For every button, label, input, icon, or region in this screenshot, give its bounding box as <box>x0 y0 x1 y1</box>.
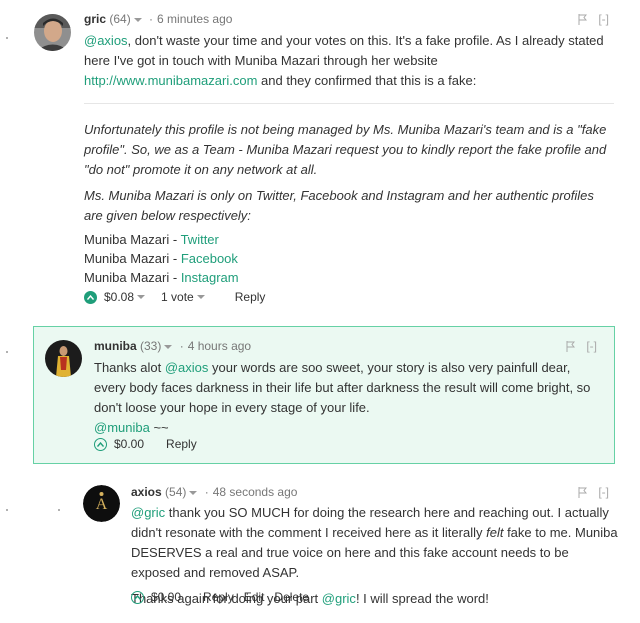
comment-controls: [-] <box>578 12 609 26</box>
comment-footer: $0.00 Reply <box>94 437 197 451</box>
avatar[interactable]: A <box>83 485 120 522</box>
profile-name: Muniba Mazari - <box>84 270 181 285</box>
quote-paragraph: Ms. Muniba Mazari is only on Twitter, Fa… <box>84 188 594 223</box>
timestamp[interactable]: 6 minutes ago <box>157 12 232 26</box>
author-name[interactable]: gric <box>84 12 106 26</box>
axios-logo-icon: A <box>83 485 120 522</box>
profile-line: Muniba Mazari - Twitter <box>84 230 384 249</box>
comment-text: , don't waste your time and your votes o… <box>84 33 604 68</box>
profile-name: Muniba Mazari - <box>84 232 181 247</box>
mention-link[interactable]: @axios <box>165 360 209 375</box>
mention-link[interactable]: @gric <box>131 505 165 520</box>
comment-meta: gric (64) · 6 minutes ago <box>84 12 233 26</box>
reply-button[interactable]: Reply <box>203 590 234 604</box>
chevron-down-icon[interactable] <box>196 295 205 299</box>
reputation: (54) <box>165 485 187 499</box>
profile-line: Muniba Mazari - Instagram <box>84 268 384 287</box>
comment-text: ! I will spread the word! <box>355 591 489 606</box>
comment-text: and they confirmed that this is a fake: <box>257 73 477 88</box>
vote-count[interactable]: 1 vote <box>161 290 194 304</box>
comment-meta: axios (54) · 48 seconds ago <box>131 485 298 499</box>
reputation: (64) <box>109 12 131 26</box>
chevron-down-icon[interactable] <box>133 17 142 22</box>
comment-text: Thanks alot <box>94 360 165 375</box>
mention-link[interactable]: @axios <box>84 33 128 48</box>
quote-paragraph: Unfortunately this profile is not being … <box>84 122 607 177</box>
comment-controls: [-] <box>578 485 609 499</box>
signature-mention[interactable]: @muniba <box>94 420 150 435</box>
flag-icon[interactable] <box>578 487 588 499</box>
mention-link[interactable]: @gric <box>322 591 356 606</box>
profile-line: Muniba Mazari - Facebook <box>84 249 384 268</box>
svg-text:A: A <box>96 496 108 513</box>
comment-controls: [-] <box>566 339 597 353</box>
comment-body: @axios, don't waste your time and your v… <box>84 31 614 91</box>
flag-icon[interactable] <box>578 14 588 26</box>
author-name[interactable]: axios <box>131 485 162 499</box>
upvote-icon[interactable] <box>84 290 97 304</box>
thread-marker <box>58 509 60 511</box>
reply-button[interactable]: Reply <box>235 290 266 304</box>
timestamp[interactable]: 48 seconds ago <box>213 485 298 499</box>
reply-button[interactable]: Reply <box>166 437 197 451</box>
edit-button[interactable]: Edit <box>244 590 265 604</box>
comment-meta: muniba (33) · 4 hours ago <box>94 339 252 353</box>
payout-value[interactable]: $0.08 <box>104 290 134 304</box>
thread-marker <box>6 509 8 511</box>
profiles-list: Muniba Mazari - Twitter Muniba Mazari - … <box>84 230 384 287</box>
collapse-toggle[interactable]: [-] <box>586 339 597 353</box>
user-photo-icon <box>45 340 82 377</box>
delete-button[interactable]: Delete <box>274 590 309 604</box>
author-name[interactable]: muniba <box>94 339 137 353</box>
chevron-down-icon[interactable] <box>137 295 146 299</box>
upvote-icon[interactable] <box>131 590 144 604</box>
quote-block: Unfortunately this profile is not being … <box>84 120 616 232</box>
comment-footer: $0.00 Reply Edit Delete <box>131 590 309 604</box>
twitter-link[interactable]: Twitter <box>181 232 219 247</box>
divider <box>84 103 614 104</box>
comment-body: Thanks alot @axios your words are soo sw… <box>94 358 600 438</box>
thread-marker <box>6 37 8 39</box>
flag-icon[interactable] <box>566 341 576 353</box>
avatar[interactable] <box>45 340 82 377</box>
upvote-icon[interactable] <box>94 437 107 451</box>
chevron-down-icon[interactable] <box>164 344 173 349</box>
payout-value[interactable]: $0.00 <box>114 437 144 451</box>
comment-text: ~~ <box>149 420 169 435</box>
payout-value[interactable]: $0.00 <box>151 590 181 604</box>
user-photo-icon <box>34 14 71 51</box>
collapse-toggle[interactable]: [-] <box>598 485 609 499</box>
profile-name: Muniba Mazari - <box>84 251 181 266</box>
facebook-link[interactable]: Facebook <box>181 251 238 266</box>
avatar[interactable] <box>34 14 71 51</box>
chevron-down-icon[interactable] <box>189 490 198 495</box>
website-link[interactable]: http://www.munibamazari.com <box>84 73 257 88</box>
reputation: (33) <box>140 339 162 353</box>
emphasis-text: felt <box>486 525 504 540</box>
thread-marker <box>6 351 8 353</box>
timestamp[interactable]: 4 hours ago <box>188 339 251 353</box>
comment-footer: $0.08 1 vote Reply <box>84 290 265 304</box>
instagram-link[interactable]: Instagram <box>181 270 239 285</box>
collapse-toggle[interactable]: [-] <box>598 12 609 26</box>
